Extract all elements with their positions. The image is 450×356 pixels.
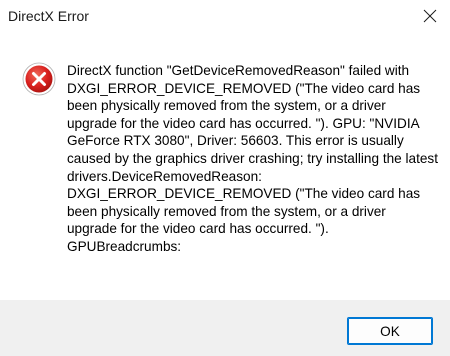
dialog-content: DirectX function "GetDeviceRemovedReason… [0, 32, 450, 300]
dialog-window: DirectX Error DirectX function "GetDevic… [0, 0, 450, 356]
close-button[interactable] [410, 0, 450, 32]
window-title: DirectX Error [8, 8, 89, 24]
ok-button[interactable]: OK [347, 317, 433, 345]
title-bar: DirectX Error [0, 0, 450, 32]
close-icon [423, 9, 437, 23]
error-message: DirectX function "GetDeviceRemovedReason… [67, 63, 438, 254]
dialog-footer: OK [0, 300, 450, 356]
error-icon [22, 62, 56, 96]
